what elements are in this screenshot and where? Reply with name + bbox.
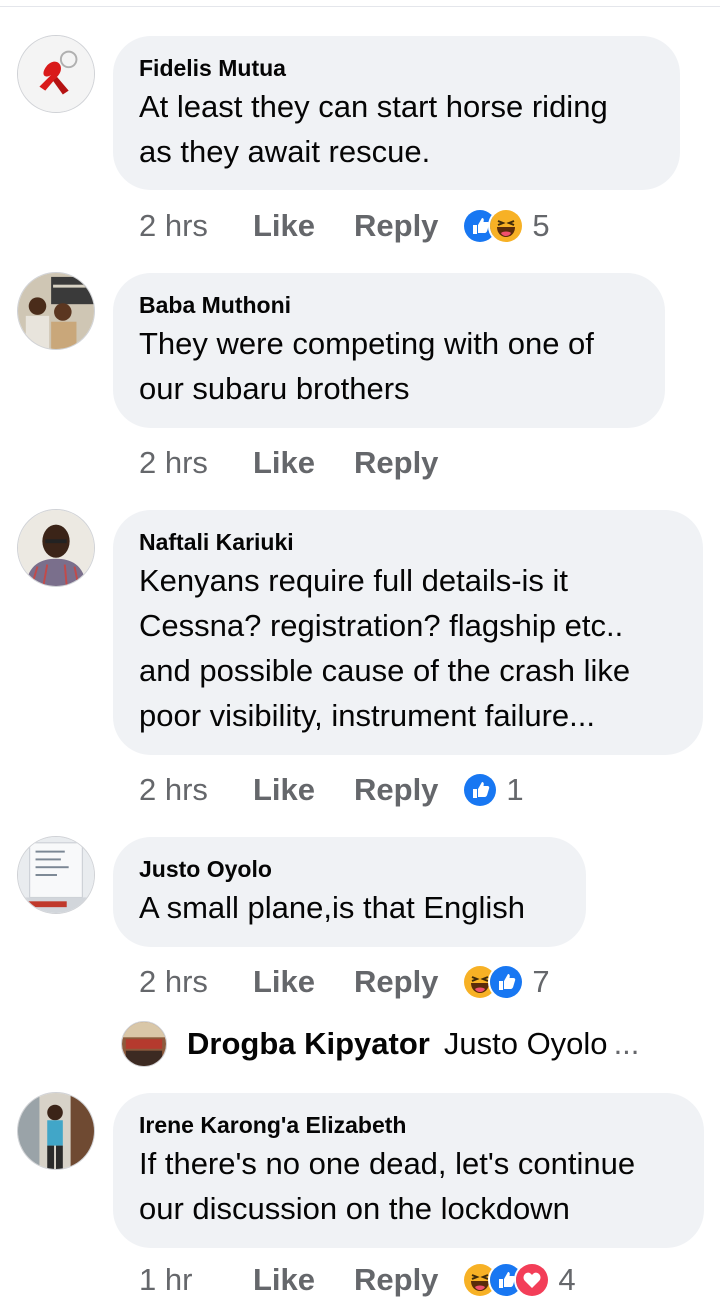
comment-line: our subaru brothers — [139, 371, 410, 406]
reactions-summary[interactable] — [462, 772, 499, 808]
comment-line: as they await rescue. — [139, 134, 431, 169]
reactions-summary[interactable] — [462, 964, 525, 1000]
comment-line: They were competing with one of — [139, 326, 594, 361]
comment-author[interactable]: Naftali Kariuki — [139, 528, 677, 556]
comment-line: If there's no one dead, let's continue — [139, 1146, 636, 1181]
comment-text: They were competing with one of our suba… — [139, 321, 639, 411]
love-icon — [514, 1262, 551, 1298]
group-photo-avatar-icon — [122, 1022, 166, 1066]
reply-button[interactable]: Reply — [354, 964, 438, 1000]
like-button[interactable]: Like — [253, 772, 354, 808]
comment-author[interactable]: Baba Muthoni — [139, 291, 639, 319]
comment-author[interactable]: Irene Karong'a Elizabeth — [139, 1111, 678, 1139]
comment-bubble: Baba Muthoni They were competing with on… — [113, 273, 665, 428]
comment-line: and possible cause of the crash like — [139, 653, 631, 688]
comment-actions: 2 hrs Like Reply 1 — [139, 770, 524, 810]
comment-timestamp[interactable]: 2 hrs — [139, 964, 253, 1000]
ribbon-keychain-avatar-icon — [18, 36, 94, 112]
reply-preview-text: Justo Oyolo — [443, 1026, 608, 1061]
reply-button[interactable]: Reply — [354, 445, 438, 481]
comment-timestamp[interactable]: 2 hrs — [139, 445, 253, 481]
comment-line: Cessna? registration? flagship etc.. — [139, 608, 624, 643]
comment-actions: 2 hrs Like Reply 7 — [139, 962, 550, 1002]
reaction-count[interactable]: 1 — [506, 772, 523, 808]
reply-button[interactable]: Reply — [354, 1262, 438, 1298]
comment-line: poor visibility, instrument failure... — [139, 698, 595, 733]
top-divider — [0, 6, 720, 7]
comment-bubble: Fidelis Mutua At least they can start ho… — [113, 36, 680, 190]
man-portrait-avatar-icon — [18, 510, 94, 586]
comment-actions: 2 hrs Like Reply 5 — [139, 206, 550, 246]
reply-thread-preview[interactable]: Drogba Kipyator Justo Oyolo ... — [121, 1020, 639, 1068]
like-button[interactable]: Like — [253, 208, 354, 244]
comment-line: A small plane,is that English — [139, 890, 525, 925]
avatar[interactable] — [121, 1021, 167, 1067]
like-icon — [488, 964, 525, 1000]
people-photo-avatar-icon — [18, 273, 94, 349]
comment-timestamp[interactable]: 2 hrs — [139, 208, 253, 244]
avatar[interactable] — [17, 836, 95, 914]
avatar[interactable] — [17, 1092, 95, 1170]
reply-button[interactable]: Reply — [354, 772, 438, 808]
reaction-count[interactable]: 7 — [532, 964, 549, 1000]
avatar[interactable] — [17, 272, 95, 350]
comment-actions: 2 hrs Like Reply — [139, 443, 462, 483]
comment-bubble: Irene Karong'a Elizabeth If there's no o… — [113, 1093, 704, 1248]
comment-line: our discussion on the lockdown — [139, 1191, 570, 1226]
comment-line: Kenyans require full details-is it — [139, 563, 569, 598]
haha-icon — [488, 208, 525, 244]
reply-ellipsis: ... — [613, 1026, 640, 1061]
document-photo-avatar-icon — [18, 837, 94, 913]
comment-author[interactable]: Justo Oyolo — [139, 855, 560, 883]
comment-bubble: Naftali Kariuki Kenyans require full det… — [113, 510, 703, 755]
like-icon — [462, 772, 499, 808]
like-button[interactable]: Like — [253, 1262, 354, 1298]
reactions-summary[interactable] — [462, 1262, 551, 1298]
comment-text: A small plane,is that English — [139, 885, 560, 930]
comment-timestamp[interactable]: 1 hr — [139, 1262, 253, 1298]
comment-bubble: Justo Oyolo A small plane,is that Englis… — [113, 837, 586, 947]
comment-text: At least they can start horse riding as … — [139, 84, 654, 174]
comment-author[interactable]: Fidelis Mutua — [139, 54, 654, 82]
reply-button[interactable]: Reply — [354, 208, 438, 244]
reaction-count[interactable]: 4 — [558, 1262, 575, 1298]
reaction-count[interactable]: 5 — [532, 208, 549, 244]
woman-photo-avatar-icon — [18, 1093, 94, 1169]
avatar[interactable] — [17, 509, 95, 587]
comment-timestamp[interactable]: 2 hrs — [139, 772, 253, 808]
comment-text: If there's no one dead, let's continue o… — [139, 1141, 678, 1231]
reactions-summary[interactable] — [462, 208, 525, 244]
like-button[interactable]: Like — [253, 964, 354, 1000]
avatar[interactable] — [17, 35, 95, 113]
comment-actions: 1 hr Like Reply 4 — [139, 1260, 576, 1300]
comment-text: Kenyans require full details-is it Cessn… — [139, 558, 677, 738]
comment-line: At least they can start horse riding — [139, 89, 608, 124]
like-button[interactable]: Like — [253, 445, 354, 481]
reply-author[interactable]: Drogba Kipyator — [187, 1026, 430, 1062]
